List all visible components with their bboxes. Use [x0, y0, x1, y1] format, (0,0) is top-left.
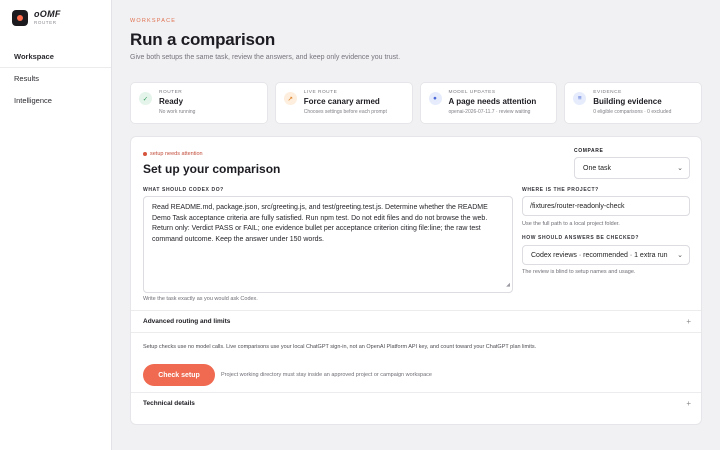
brand-name: oOMF	[34, 9, 61, 20]
brand-subtitle: ROUTER	[34, 20, 57, 26]
status-label: MODEL UPDATES	[448, 90, 496, 95]
task-hint: Write the task exactly as you would ask …	[143, 296, 258, 302]
answers-label: HOW SHOULD ANSWERS BE CHECKED?	[522, 235, 639, 241]
alert-dot-icon	[143, 152, 147, 156]
project-path-input[interactable]: /fixtures/router-readonly-check	[522, 196, 690, 216]
attention-indicator: setup needs attention	[143, 151, 203, 157]
page-subtitle: Give both setups the same task, review t…	[130, 54, 401, 61]
setup-title: Set up your comparison	[143, 162, 281, 176]
divider	[131, 310, 701, 311]
page-title: Run a comparison	[130, 30, 276, 49]
brand[interactable]: oOMF ROUTER	[12, 10, 61, 26]
answers-value: Codex reviews · recommended · 1 extra ru…	[531, 251, 668, 259]
chevron-down-icon: ⌄	[677, 252, 683, 259]
task-textarea[interactable]: Read README.md, package.json, src/greeti…	[143, 196, 513, 293]
divider	[131, 392, 701, 393]
status-label: ROUTER	[159, 90, 183, 95]
sidebar-nav: Workspace Results Intelligence	[0, 46, 111, 112]
status-value: Force canary armed	[303, 97, 380, 106]
task-label: WHAT SHOULD CODEX DO?	[143, 187, 224, 193]
status-value: A page needs attention	[448, 97, 537, 106]
sidebar-item-workspace[interactable]: Workspace	[0, 46, 111, 68]
compare-label: COMPARE	[574, 148, 604, 154]
sidebar-item-intelligence[interactable]: Intelligence	[0, 90, 111, 112]
technical-details-label: Technical details	[143, 399, 195, 407]
route-arrow-icon: ↗	[283, 92, 297, 105]
status-value: Ready	[159, 97, 184, 106]
setup-notice: Setup checks use no model calls. Live co…	[143, 344, 537, 350]
status-label: LIVE ROUTE	[303, 90, 338, 95]
update-dot-icon: ●	[428, 92, 442, 105]
status-note: Chooses settings before each prompt	[303, 109, 387, 115]
status-cards: ✓ ROUTER Ready No work running ↗ LIVE RO…	[130, 82, 702, 124]
compare-select[interactable]: One task ⌄	[574, 157, 690, 179]
answers-hint: The review is blind to setup names and u…	[522, 269, 636, 275]
page-eyebrow: WORKSPACE	[130, 18, 177, 24]
plus-icon: +	[686, 316, 691, 326]
project-label: WHERE IS THE PROJECT?	[522, 187, 599, 193]
status-card-live-route: ↗ LIVE ROUTE Force canary armed Chooses …	[274, 82, 413, 124]
status-note: 0 eligible comparisons · 0 excluded	[593, 109, 672, 115]
advanced-routing-toggle[interactable]: Advanced routing and limits +	[143, 314, 691, 328]
project-hint: Use the full path to a local project fol…	[522, 221, 620, 227]
status-card-evidence: ≡ EVIDENCE Building evidence 0 eligible …	[564, 82, 702, 124]
status-card-router: ✓ ROUTER Ready No work running	[130, 82, 268, 124]
check-icon: ✓	[139, 92, 152, 105]
status-card-model-updates[interactable]: ● MODEL UPDATES A page needs attention o…	[419, 82, 558, 124]
status-note: openai-2026-07-11.7 · review waiting	[448, 109, 531, 115]
list-icon: ≡	[573, 92, 587, 105]
attention-text: setup needs attention	[150, 151, 203, 157]
compare-value: One task	[583, 164, 612, 172]
status-label: EVIDENCE	[593, 90, 622, 95]
check-setup-note: Project working directory must stay insi…	[221, 372, 432, 378]
answers-select[interactable]: Codex reviews · recommended · 1 extra ru…	[522, 245, 690, 265]
setup-panel: setup needs attention Set up your compar…	[130, 136, 702, 425]
sidebar-item-results[interactable]: Results	[0, 68, 111, 90]
technical-details-toggle[interactable]: Technical details +	[143, 396, 691, 410]
status-note: No work running	[159, 109, 196, 115]
divider	[131, 332, 701, 333]
resize-handle-icon[interactable]: ◢	[506, 280, 510, 291]
plus-icon: +	[686, 398, 691, 408]
status-value: Building evidence	[593, 97, 662, 106]
brand-logo-icon	[12, 10, 28, 26]
task-text: Read README.md, package.json, src/greeti…	[152, 204, 488, 243]
sidebar: oOMF ROUTER Workspace Results Intelligen…	[0, 0, 112, 450]
chevron-down-icon: ⌄	[677, 165, 683, 172]
advanced-routing-label: Advanced routing and limits	[143, 317, 231, 325]
check-setup-button[interactable]: Check setup	[143, 364, 215, 386]
